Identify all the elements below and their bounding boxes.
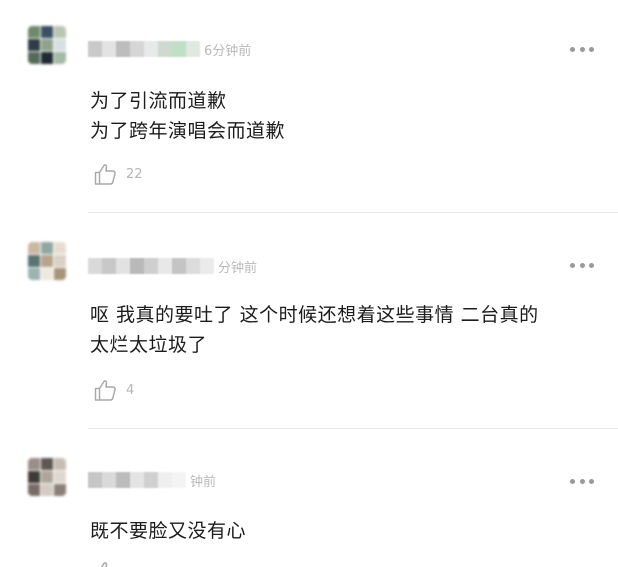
username-redacted[interactable] (88, 472, 186, 488)
avatar-pixel (28, 52, 40, 64)
more-options-icon[interactable] (570, 260, 594, 270)
like-button[interactable] (92, 558, 118, 567)
avatar-pixel (54, 471, 66, 483)
avatar-pixel (28, 255, 40, 267)
username-pixel (172, 258, 186, 274)
like-count: 4 (126, 382, 135, 398)
avatar-pixel (54, 268, 66, 280)
avatar[interactable] (22, 236, 72, 286)
comment-time: 6分钟前 (204, 43, 252, 59)
avatar-pixel (54, 26, 66, 38)
avatar-pixel (28, 471, 40, 483)
username-pixel (88, 41, 102, 57)
divider (88, 428, 618, 429)
avatar[interactable] (22, 20, 72, 70)
comment-text: 呕 我真的要吐了 这个时候还想着这些事情 二台真的 太烂太垃圾了 (90, 300, 539, 360)
avatar-pixel (41, 255, 53, 267)
username-pixel (172, 41, 186, 57)
comment-text-line: 既不要脸又没有心 (90, 520, 247, 542)
comment-text-line: 呕 我真的要吐了 这个时候还想着这些事情 二台真的 (90, 304, 539, 326)
avatar-pixel (41, 242, 53, 254)
more-options-icon[interactable] (570, 476, 594, 486)
divider (88, 212, 618, 213)
username-pixel (172, 472, 186, 488)
username-pixel (200, 258, 214, 274)
username-pixel (130, 472, 144, 488)
comment-text-line: 为了引流而道歉 (90, 90, 227, 112)
username-pixel (102, 258, 116, 274)
comment-list: 6分钟前 为了引流而道歉 为了跨年演唱会而道歉 22 分钟前 呕 我真的要吐了 … (0, 0, 618, 567)
avatar-pixel (41, 39, 53, 51)
username-pixel (186, 41, 200, 57)
avatar-pixel (41, 268, 53, 280)
username-and-time: 钟前 (88, 468, 216, 492)
thumbs-up-icon (94, 380, 116, 401)
username-and-time: 6分钟前 (88, 37, 251, 61)
avatar-pixel (41, 484, 53, 496)
avatar-pixel (54, 484, 66, 496)
comment-text-line: 太烂太垃圾了 (90, 334, 208, 356)
username-and-time: 分钟前 (88, 254, 257, 278)
avatar-pixel (28, 458, 40, 470)
username-pixel (102, 472, 116, 488)
username-redacted[interactable] (88, 258, 214, 274)
comment-item: 钟前 既不要脸又没有心 (0, 430, 618, 567)
avatar-pixel (54, 255, 66, 267)
username-redacted[interactable] (88, 41, 200, 57)
avatar-pixel (54, 39, 66, 51)
avatar-pixel (54, 52, 66, 64)
username-pixel (186, 258, 200, 274)
like-count: 22 (126, 166, 143, 182)
comment-time: 钟前 (190, 474, 217, 490)
avatar-pixel (41, 26, 53, 38)
comment-text: 为了引流而道歉 为了跨年演唱会而道歉 (90, 86, 285, 146)
username-pixel (144, 258, 158, 274)
thumbs-up-icon (100, 562, 108, 567)
username-pixel (88, 472, 102, 488)
avatar-pixel (54, 458, 66, 470)
thumbs-up-icon (94, 164, 116, 185)
avatar-pixel (41, 471, 53, 483)
username-pixel (116, 258, 130, 274)
comment-time: 分钟前 (218, 260, 258, 276)
avatar-pixel (28, 39, 40, 51)
comment-text-line: 为了跨年演唱会而道歉 (90, 120, 286, 142)
avatar-pixel (28, 268, 40, 280)
avatar[interactable] (22, 452, 72, 502)
comment-text: 既不要脸又没有心 (90, 516, 246, 546)
avatar-pixel (28, 242, 40, 254)
more-options-icon[interactable] (570, 44, 594, 54)
avatar-pixel (41, 458, 53, 470)
comment-item: 分钟前 呕 我真的要吐了 这个时候还想着这些事情 二台真的 太烂太垃圾了 4 (0, 214, 618, 430)
avatar-pixel (28, 484, 40, 496)
username-pixel (158, 472, 172, 488)
username-pixel (102, 41, 116, 57)
avatar-pixel (28, 26, 40, 38)
username-pixel (116, 472, 130, 488)
username-pixel (116, 41, 130, 57)
username-pixel (88, 258, 102, 274)
username-pixel (130, 41, 144, 57)
username-pixel (144, 472, 158, 488)
comment-item: 6分钟前 为了引流而道歉 为了跨年演唱会而道歉 22 (0, 0, 618, 214)
like-button[interactable]: 4 (92, 376, 134, 404)
username-pixel (144, 41, 158, 57)
avatar-pixel (41, 52, 53, 64)
username-pixel (158, 258, 172, 274)
like-button[interactable]: 22 (92, 160, 143, 188)
username-pixel (130, 258, 144, 274)
username-pixel (158, 41, 172, 57)
avatar-pixel (54, 242, 66, 254)
